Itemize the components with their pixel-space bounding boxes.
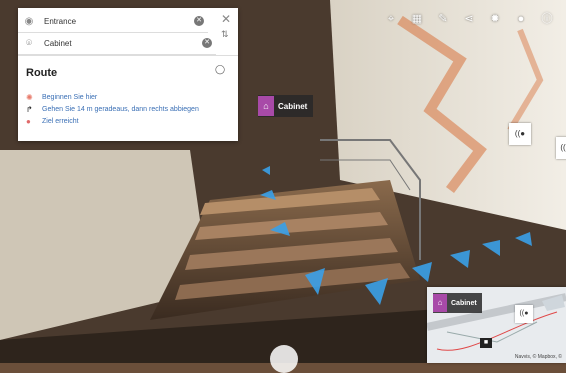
route-from-row[interactable]: ◉ Entrance ✕ [18, 10, 208, 33]
audio-icon[interactable]: ◯ [215, 64, 225, 75]
route-steps: ✺ Beginnen Sie hier ↱ Gehen Sie 14 m ger… [26, 92, 199, 128]
route-to-row[interactable]: ⌾ Cabinet ✕ [18, 32, 216, 55]
audio-marker[interactable]: (( [556, 137, 566, 159]
camera-icon: ■ [480, 338, 492, 348]
route-from-input[interactable]: Entrance [40, 17, 194, 26]
step-text: Gehen Sie 14 m geradeaus, dann rechts ab… [42, 105, 199, 113]
route-title: Route [26, 67, 58, 79]
route-panel: ◉ Entrance ✕ ✕ ⌾ Cabinet ✕ ⇅ Route ◯ ✺ B… [18, 8, 238, 141]
route-to-input[interactable]: Cabinet [40, 39, 202, 48]
poi-label: Cabinet [278, 101, 308, 111]
navigation-dot[interactable] [270, 345, 298, 373]
audio-marker[interactable]: ((● [509, 123, 531, 145]
turn-right-icon: ↱ [26, 104, 33, 114]
toolbar: ⌖ ▦ ✎ ⋖ ✹ ● ⓘ [376, 10, 558, 28]
minimap-poi-label[interactable]: ⌂ Cabinet [433, 293, 482, 313]
route-step: ● Ziel erreicht [26, 116, 199, 126]
divider [18, 55, 238, 56]
minimap-audio-marker[interactable]: ((● [515, 305, 533, 323]
clear-to-icon[interactable]: ✕ [202, 38, 212, 48]
start-icon: ✺ [26, 92, 33, 102]
minimap[interactable]: ⌂ Cabinet ((● ■ Navvis, © Mapbox, © [427, 287, 566, 363]
origin-icon: ◉ [24, 15, 34, 27]
route-step: ✺ Beginnen Sie hier [26, 92, 199, 102]
step-text: Ziel erreicht [42, 117, 79, 125]
grid-icon[interactable]: ▦ [406, 10, 428, 28]
destination-pin-icon: ⌾ [26, 37, 32, 49]
step-text: Beginnen Sie hier [42, 93, 98, 101]
minimap-poi-text: Cabinet [451, 299, 477, 307]
map-attribution: Navvis, © Mapbox, © [514, 354, 562, 360]
share-icon[interactable]: ⋖ [458, 10, 480, 28]
poi-cabinet-label[interactable]: ⌂ Cabinet [258, 95, 314, 117]
close-icon[interactable]: ✕ [221, 12, 231, 26]
goal-pin-icon: ● [26, 116, 31, 126]
user-icon[interactable]: ● [510, 10, 532, 28]
swap-icon[interactable]: ⇅ [221, 29, 229, 40]
route-step: ↱ Gehen Sie 14 m geradeaus, dann rechts … [26, 104, 199, 114]
location-icon[interactable]: ⌖ [380, 10, 402, 28]
settings-icon[interactable]: ✹ [484, 10, 506, 28]
poi-pin-icon: ⌂ [258, 96, 274, 116]
minimap-poi-pin-icon: ⌂ [433, 294, 447, 312]
clear-from-icon[interactable]: ✕ [194, 16, 204, 26]
wrench-icon[interactable]: ✎ [432, 10, 454, 28]
info-icon[interactable]: ⓘ [536, 10, 558, 28]
